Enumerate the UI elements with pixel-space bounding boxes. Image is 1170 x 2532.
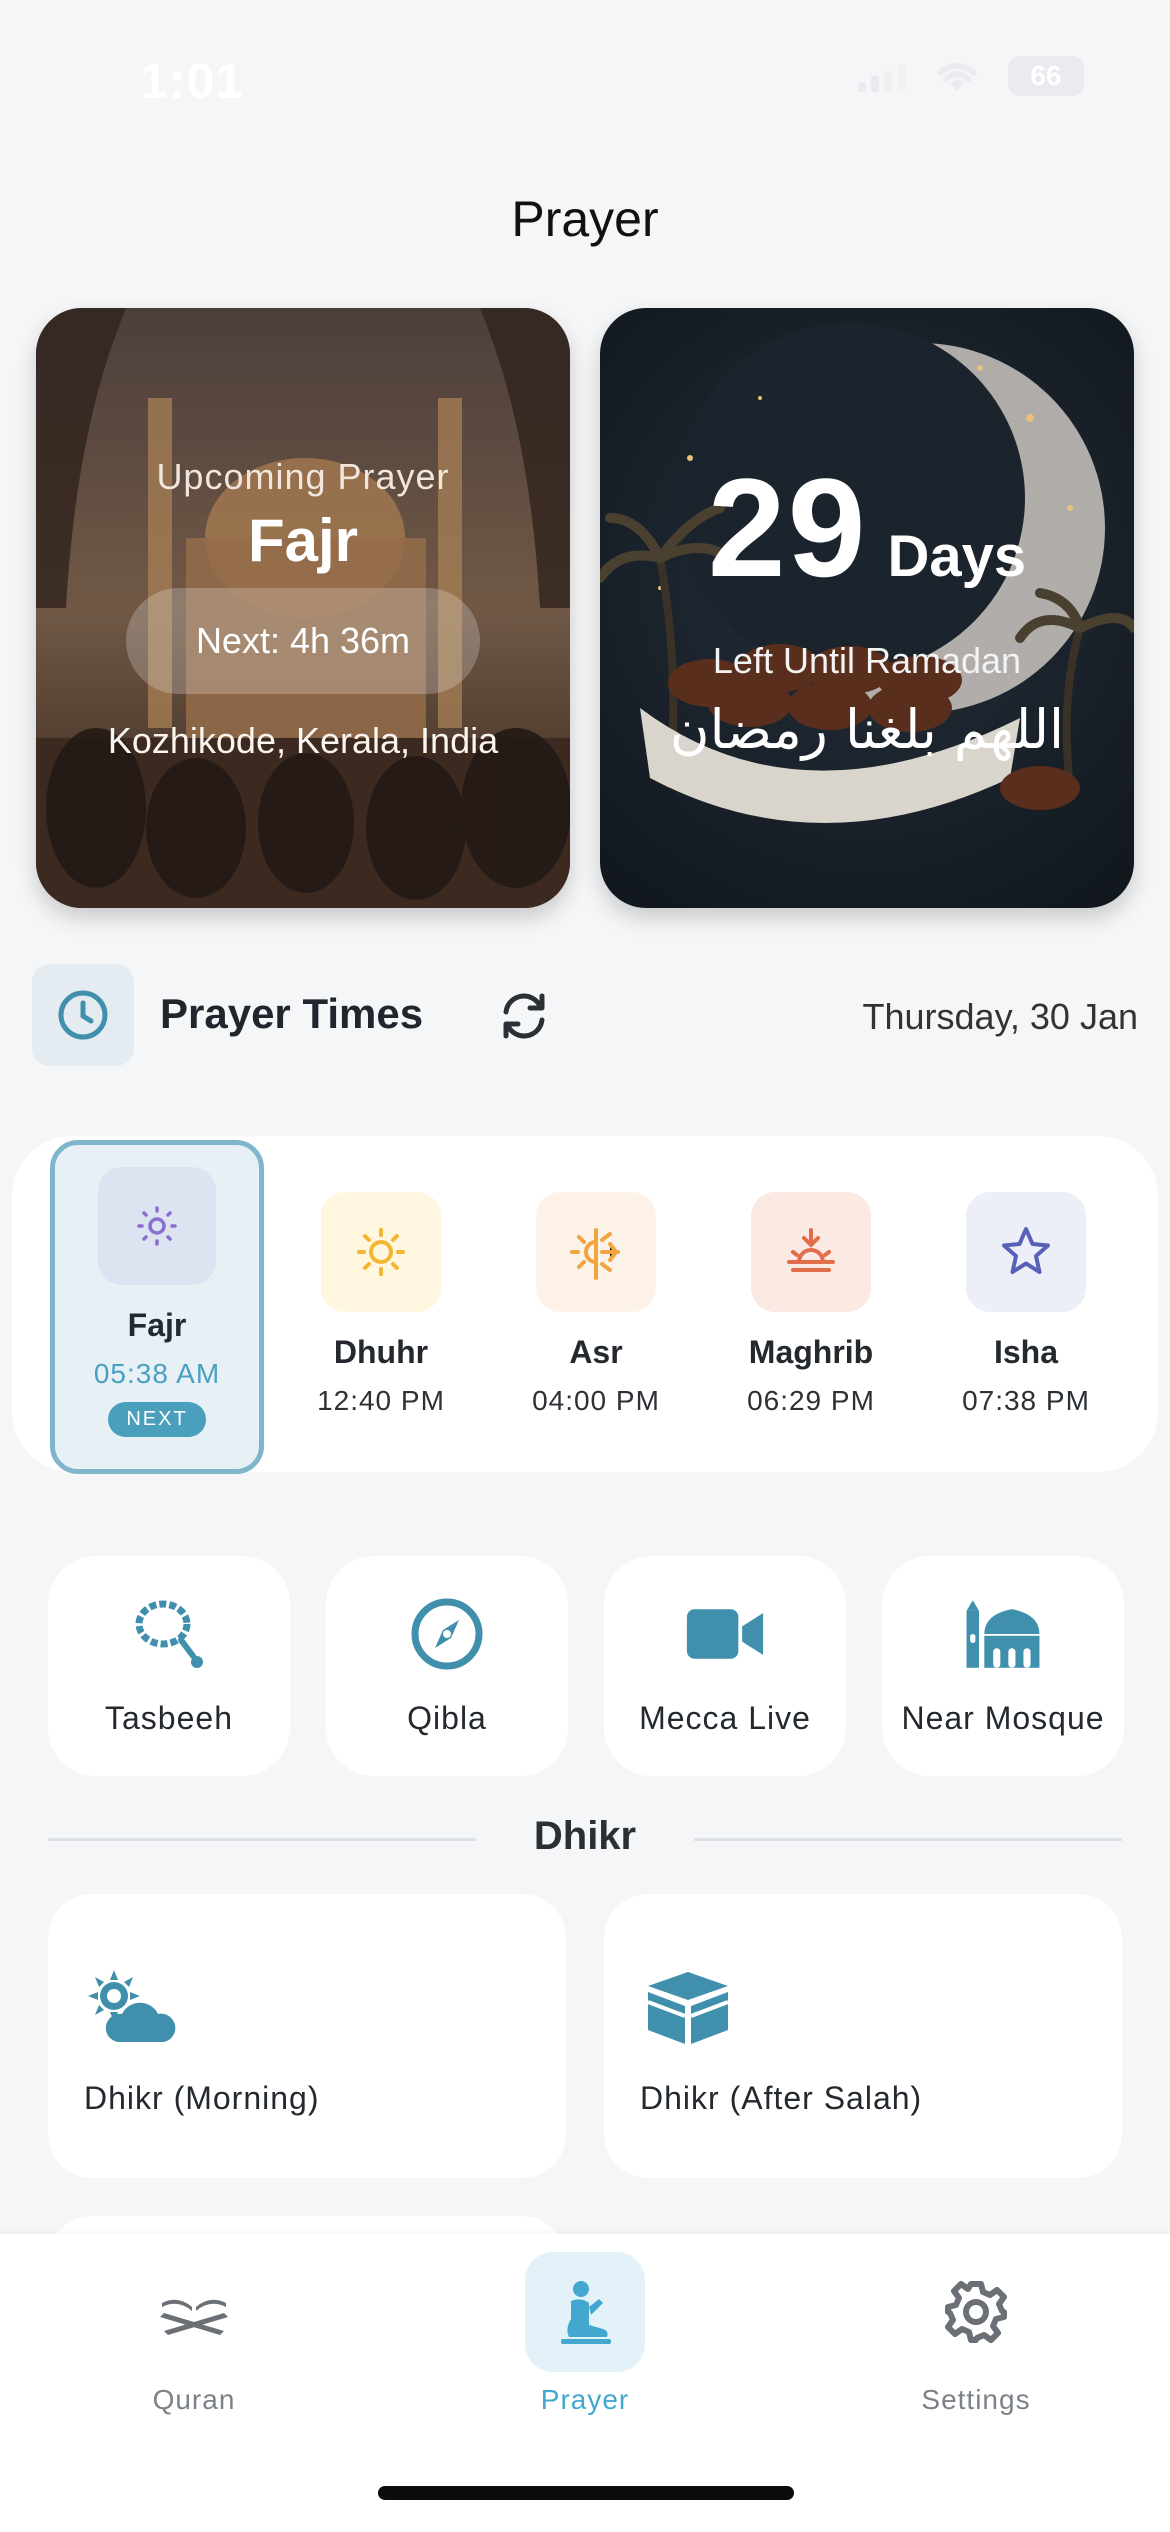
quran-stand-icon [134,2252,254,2372]
kaaba-icon [647,1972,729,2044]
days-number: 29 [707,449,868,606]
location-label: Kozhikode, Kerala, India [107,720,499,761]
sun-icon [321,1192,441,1312]
next-badge: NEXT [108,1402,206,1437]
sunset-icon [751,1192,871,1312]
tab-quran[interactable]: Quran [94,2252,294,2416]
mosque-icon [963,1594,1043,1674]
next-countdown: Next: 4h 36m [126,588,480,694]
days-word: Days [887,524,1027,589]
dhikr-label: Dhikr (After Salah) [640,2080,923,2116]
tab-prayer[interactable]: Prayer [485,2252,685,2416]
wifi-icon [937,62,977,91]
prayer-name: Isha [993,1334,1059,1370]
video-camera-icon [685,1594,765,1674]
ramadan-dua: اللهم بلغنا رمضان [669,698,1065,761]
status-icons: 66 [858,56,1084,96]
prayer-item-asr[interactable]: Asr 04:00 PM [489,1192,703,1417]
prayer-beads-icon [129,1594,209,1674]
ramadan-countdown-card[interactable]: 29 Days Left Until Ramadan اللهم بلغنا ر… [600,308,1134,908]
ramadan-subtitle: Left Until Ramadan [712,640,1022,681]
prayer-item-maghrib[interactable]: Maghrib 06:29 PM [704,1192,918,1417]
dhikr-section-header: Dhikr [48,1808,1122,1868]
tab-label: Settings [921,2384,1031,2415]
sun-snow-icon [536,1192,656,1312]
home-indicator[interactable] [378,2486,794,2500]
prayer-time: 06:29 PM [747,1385,875,1416]
prayer-name: Fajr [127,1307,187,1343]
gear-icon [916,2252,1036,2372]
tab-label: Quran [152,2384,236,2415]
prayer-time: 12:40 PM [317,1385,445,1416]
prayer-item-fajr[interactable]: Fajr 05:38 AM NEXT [50,1140,264,1474]
prayer-name: Dhuhr [333,1334,429,1370]
page-title: Prayer [511,191,659,247]
tab-settings[interactable]: Settings [876,2252,1076,2416]
tab-label: Prayer [540,2384,630,2415]
upcoming-prayer-name: Fajr [247,507,359,574]
dhikr-after-salah-card[interactable]: Dhikr (After Salah) [604,1894,1122,2178]
prayer-name: Maghrib [748,1334,874,1370]
prayer-time: 07:38 PM [962,1385,1090,1416]
near-mosque-button[interactable]: Near Mosque [882,1556,1124,1776]
prayer-date: Thursday, 30 Jan [862,996,1138,1037]
star-icon [966,1192,1086,1312]
dhikr-morning-card[interactable]: Dhikr (Morning) [48,1894,566,2178]
dhikr-section-title: Dhikr [533,1814,637,1858]
status-time: 1:01 [140,53,245,109]
sun-cloud-icon [88,1970,176,2042]
action-label: Qibla [407,1700,487,1736]
prayer-times-header: Prayer Times Thursday, 30 Jan [32,964,1138,1068]
prayer-time: 04:00 PM [532,1385,660,1416]
crescent-dates-illustration [600,323,1134,823]
status-bar: 1:01 66 [0,0,1170,150]
divider-line [694,1838,1122,1841]
praying-person-icon [525,2252,645,2372]
prayer-item-isha[interactable]: Isha 07:38 PM [919,1192,1133,1417]
prayer-item-dhuhr[interactable]: Dhuhr 12:40 PM [274,1192,488,1417]
cellular-signal-icon [858,60,906,92]
action-label: Mecca Live [639,1700,811,1736]
days-countdown: 29 Days [600,458,1134,598]
prayer-time: 05:38 AM [93,1358,221,1389]
prayer-times-title: Prayer Times [160,990,424,1037]
sun-dim-icon [98,1167,216,1285]
refresh-icon[interactable] [494,986,554,1046]
dhikr-label: Dhikr (Morning) [84,2080,320,2116]
action-label: Tasbeeh [105,1700,233,1736]
prayer-times-list: Fajr 05:38 AM NEXT Dhuhr 12:40 PM Asr 04… [12,1136,1158,1474]
action-label: Near Mosque [901,1700,1105,1736]
battery-indicator: 66 [1008,56,1084,96]
compass-icon [407,1594,487,1674]
prayer-name: Asr [569,1334,623,1370]
tasbeeh-button[interactable]: Tasbeeh [48,1556,290,1776]
qibla-button[interactable]: Qibla [326,1556,568,1776]
upcoming-prayer-card[interactable]: Upcoming Prayer Fajr Next: 4h 36m Kozhik… [36,308,570,908]
upcoming-prayer-label: Upcoming Prayer [156,456,450,497]
mecca-live-button[interactable]: Mecca Live [604,1556,846,1776]
clock-icon [32,964,134,1066]
